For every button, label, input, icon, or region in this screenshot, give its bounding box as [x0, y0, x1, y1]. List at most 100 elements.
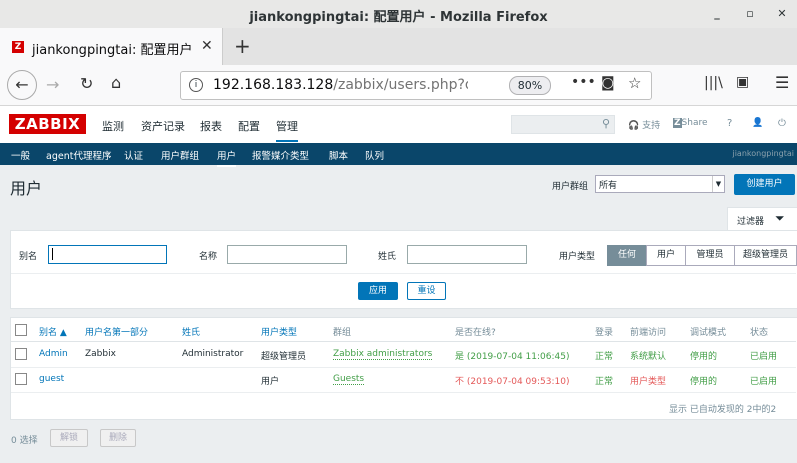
zabbix-header: ZABBIX 监测 资产记录 报表 配置 管理 ⚲ 🎧 支持 ZShare ? …	[0, 106, 797, 143]
column-header-online: 是否在线?	[455, 328, 496, 338]
column-header-surname[interactable]: 姓氏	[182, 325, 200, 338]
user-type-any[interactable]: 任何	[607, 245, 647, 266]
delete-button[interactable]: 删除	[100, 429, 136, 447]
forward-button[interactable]: →	[46, 75, 59, 94]
row-alias-link[interactable]: Admin	[39, 349, 68, 359]
filter-tab[interactable]: 过滤器 ⏷	[727, 207, 797, 231]
sign-out-icon[interactable]: ⏻	[778, 118, 786, 129]
submenu-queue[interactable]: 队列	[365, 148, 384, 162]
row-alias-link[interactable]: guest	[39, 374, 64, 384]
library-icon[interactable]: |||\	[704, 75, 723, 91]
zoom-level[interactable]: 80%	[509, 76, 551, 95]
column-header-login: 登录	[595, 328, 614, 338]
maximize-icon[interactable]: ▫	[742, 6, 758, 22]
row-group-link[interactable]: Guests	[333, 374, 365, 385]
select-all-checkbox[interactable]	[15, 324, 27, 336]
name-label: 名称	[199, 252, 218, 262]
browser-tab[interactable]: Z jiankongpingtai: 配置用户 ✕	[0, 28, 223, 65]
support-link[interactable]: 🎧 支持	[628, 118, 660, 131]
submenu-scripts[interactable]: 脚本	[329, 148, 348, 162]
submenu-user-groups[interactable]: 用户群组	[161, 148, 199, 162]
menu-configuration[interactable]: 配置	[238, 118, 260, 134]
row-debug-mode[interactable]: 停用的	[690, 349, 717, 362]
sidebar-icon[interactable]: ▣	[736, 74, 749, 90]
column-header-frontend: 前端访问	[630, 328, 667, 338]
tab-title: jiankongpingtai: 配置用户	[32, 43, 193, 58]
column-header-type[interactable]: 用户类型	[261, 325, 297, 338]
url-bar[interactable]: i 192.168.183.128/zabbix/users.php?ddre …	[180, 71, 652, 100]
row-frontend-access[interactable]: 用户类型	[630, 374, 666, 387]
zabbix-logo[interactable]: ZABBIX	[9, 114, 86, 134]
row-frontend-access[interactable]: 系统默认	[630, 349, 666, 362]
search-input[interactable]: ⚲	[511, 115, 615, 134]
zabbix-favicon-icon: Z	[12, 41, 24, 53]
headset-icon: 🎧	[628, 121, 640, 131]
reload-button[interactable]: ↻	[80, 74, 93, 93]
row-checkbox[interactable]	[15, 348, 27, 360]
search-icon[interactable]: ⚲	[602, 117, 610, 130]
window-title: jiankongpingtai: 配置用户 - Mozilla Firefox	[249, 10, 548, 25]
url-text[interactable]: 192.168.183.128/zabbix/users.php?ddre	[213, 77, 468, 93]
row-status[interactable]: 已启用	[750, 349, 777, 362]
unlock-button[interactable]: 解锁	[50, 429, 88, 447]
apply-button[interactable]: 应用	[358, 282, 398, 300]
menu-administration[interactable]: 管理	[276, 118, 298, 142]
name-input[interactable]	[227, 245, 347, 264]
menu-inventory[interactable]: 资产记录	[141, 118, 185, 134]
column-header-alias[interactable]: 别名 ▲	[39, 325, 67, 338]
page-actions-icon[interactable]: •••	[571, 74, 596, 90]
menu-monitoring[interactable]: 监测	[102, 118, 124, 134]
submenu-media-types[interactable]: 报警媒介类型	[252, 148, 309, 162]
filter-funnel-icon: ⏷	[775, 211, 785, 225]
selected-count: 0 选择	[11, 436, 38, 446]
pocket-icon[interactable]: ◙	[601, 75, 615, 91]
menu-reports[interactable]: 报表	[200, 118, 222, 134]
column-header-name[interactable]: 用户名第一部分	[85, 325, 148, 338]
table-summary: 显示 已自动发现的 2中的2	[669, 405, 777, 415]
minimize-icon[interactable]: _	[709, 6, 725, 22]
alias-input[interactable]	[48, 245, 167, 264]
create-user-button[interactable]: 创建用户	[734, 174, 795, 195]
home-button[interactable]: ⌂	[111, 73, 121, 92]
close-icon[interactable]: ✕	[774, 6, 790, 22]
bookmark-star-icon[interactable]: ☆	[628, 74, 641, 92]
row-debug-mode[interactable]: 停用的	[690, 374, 717, 387]
submenu-general[interactable]: 一般	[11, 148, 30, 162]
share-label: Share	[681, 118, 708, 128]
user-group-select[interactable]: 所有 ▼	[595, 175, 725, 193]
column-header-debug: 调试模式	[690, 328, 727, 338]
support-label: 支持	[642, 121, 661, 131]
row-divider	[11, 367, 796, 368]
help-icon[interactable]: ?	[727, 118, 732, 129]
user-group-value: 所有	[599, 181, 618, 191]
row-status[interactable]: 已启用	[750, 374, 777, 387]
row-group-link[interactable]: Zabbix administrators	[333, 349, 433, 360]
menu-icon[interactable]: ☰	[775, 73, 789, 92]
user-profile-icon[interactable]: 👤	[752, 118, 763, 128]
url-host: 192.168.183.128	[213, 77, 334, 93]
share-link[interactable]: ZShare	[673, 118, 708, 128]
row-checkbox[interactable]	[15, 373, 27, 385]
submenu-proxies[interactable]: agent代理程序	[46, 148, 111, 162]
row-type: 用户	[261, 377, 280, 387]
filter-divider	[11, 273, 796, 274]
user-type-user[interactable]: 用户	[646, 245, 686, 266]
submenu-users[interactable]: 用户	[217, 148, 237, 167]
row-surname: Administrator	[182, 349, 244, 359]
user-group-label: 用户群组	[552, 182, 589, 192]
tab-close-icon[interactable]: ✕	[201, 38, 213, 54]
new-tab-button[interactable]: +	[234, 34, 251, 58]
row-online-status: 是 (2019-07-04 11:06:45)	[455, 352, 570, 362]
row-login-status: 正常	[595, 377, 614, 387]
user-type-admin[interactable]: 管理员	[685, 245, 735, 266]
row-divider	[11, 392, 796, 393]
reset-button[interactable]: 重设	[407, 282, 446, 300]
surname-input[interactable]	[407, 245, 527, 264]
text-cursor	[52, 248, 53, 260]
submenu-authentication[interactable]: 认证	[124, 148, 143, 162]
back-button[interactable]: ←	[7, 70, 37, 100]
column-header-groups: 群组	[333, 328, 352, 338]
user-type-super-admin[interactable]: 超级管理员	[734, 245, 797, 266]
info-icon[interactable]: i	[189, 78, 203, 92]
user-type-label: 用户类型	[559, 252, 596, 262]
